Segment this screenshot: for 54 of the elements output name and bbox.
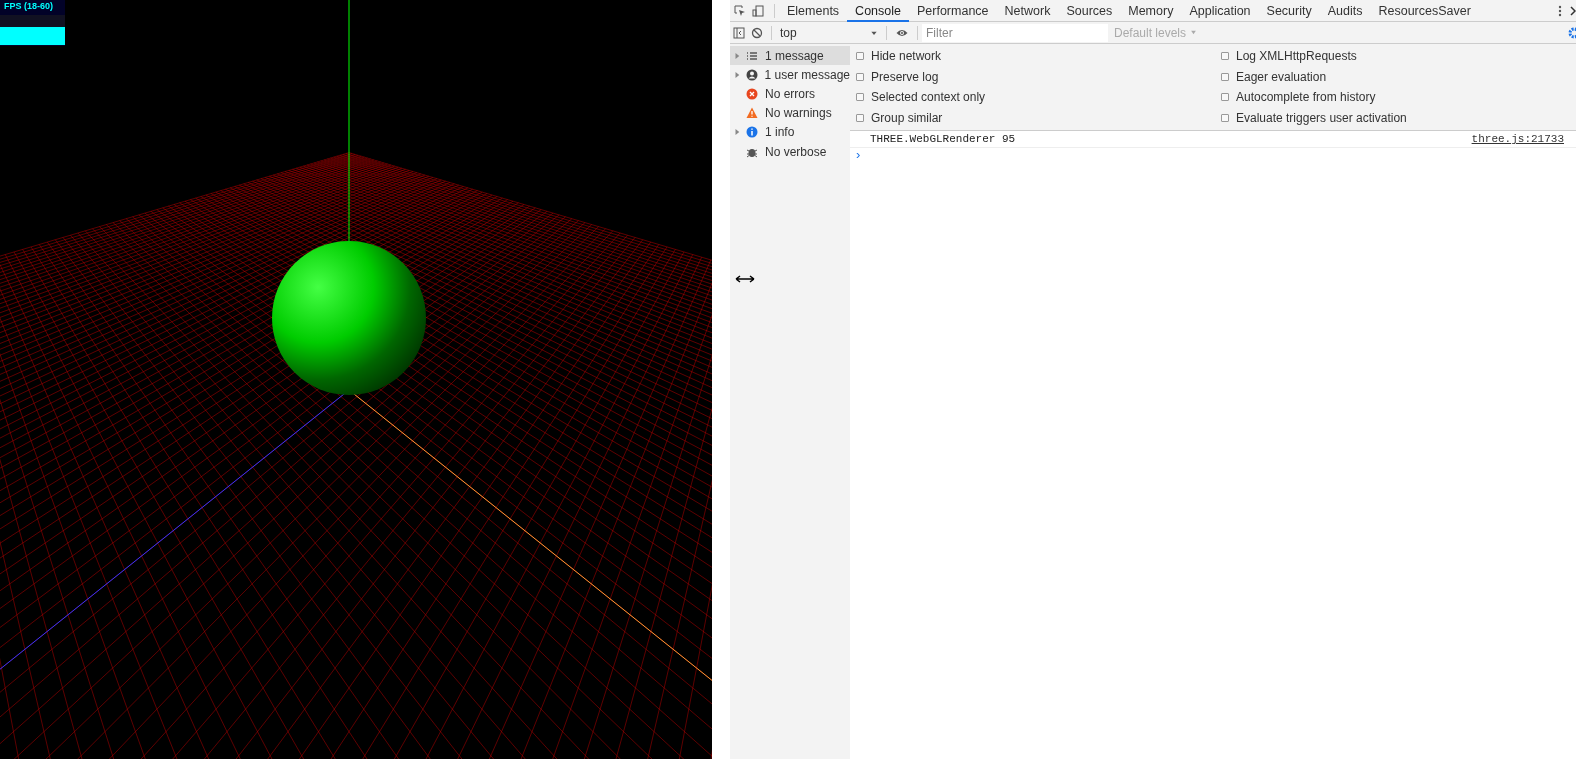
devtools-tab[interactable]: ResourcesSaver — [1370, 0, 1479, 22]
checkbox[interactable] — [1221, 93, 1229, 102]
setting-label: Preserve log — [871, 68, 939, 86]
fps-graph — [0, 15, 65, 45]
setting-label: Selected context only — [871, 89, 986, 107]
fps-label: FPS (18-60) — [4, 1, 54, 11]
list-icon — [746, 49, 758, 62]
source-link[interactable]: three.js:21733 — [1471, 133, 1564, 145]
context-dropdown[interactable]: top — [776, 23, 882, 42]
setting-label: Group similar — [871, 109, 943, 127]
setting-label: Autocomplete from history — [1236, 89, 1376, 107]
filter-field[interactable]: Filter — [922, 23, 1108, 42]
warning-icon — [746, 107, 758, 120]
sidebar-item[interactable]: 1 message — [730, 46, 850, 66]
checkbox[interactable] — [856, 113, 864, 122]
devtools-tab[interactable]: Security — [1258, 0, 1320, 22]
chevron-icon[interactable] — [1570, 4, 1576, 17]
sidebar-item[interactable]: 1 info — [730, 122, 850, 142]
devtools-tab[interactable]: Sources — [1058, 0, 1121, 22]
devtools-tab[interactable]: Network — [996, 0, 1059, 22]
setting-label: Eager evaluation — [1236, 68, 1327, 86]
user-icon — [745, 68, 758, 81]
device-icon[interactable] — [752, 4, 764, 17]
expand-arrow-icon[interactable] — [734, 128, 740, 137]
checkbox[interactable] — [1221, 113, 1229, 122]
expand-arrow-icon[interactable] — [734, 51, 740, 60]
devtools-tab[interactable]: Performance — [909, 0, 997, 22]
devtools-tab[interactable]: Audits — [1319, 0, 1371, 22]
error-icon — [746, 87, 758, 100]
info-icon — [746, 126, 758, 139]
setting-label: Hide network — [871, 48, 942, 66]
devtools-tab[interactable]: Elements — [779, 0, 848, 22]
checkbox[interactable] — [1221, 52, 1229, 61]
devtools-tab[interactable]: Memory — [1120, 0, 1182, 22]
sidebar-item[interactable]: No warnings — [730, 103, 850, 123]
sidebar-item[interactable]: No errors — [730, 84, 850, 104]
setting-label: Evaluate triggers user activation — [1236, 109, 1407, 127]
inspect-icon[interactable] — [734, 4, 746, 17]
sidebar-item[interactable]: No verbose — [730, 141, 850, 162]
checkbox[interactable] — [856, 93, 864, 102]
clear-icon[interactable] — [751, 26, 763, 39]
resize-cursor-icon — [735, 274, 755, 284]
expand-arrow-icon[interactable] — [734, 70, 740, 79]
sidebar-item[interactable]: 1 user message — [730, 65, 850, 85]
console-message: THREE.WebGLRenderer 95 — [870, 133, 1016, 145]
caret-icon — [1190, 29, 1198, 36]
devtools-tab[interactable]: Application — [1181, 0, 1259, 22]
checkbox[interactable] — [1221, 72, 1229, 81]
settings-icon[interactable] — [1568, 26, 1576, 39]
checkbox[interactable] — [856, 52, 864, 61]
setting-label: Log XMLHttpRequests — [1236, 48, 1357, 66]
checkbox[interactable] — [856, 72, 864, 81]
console-prompt[interactable]: › — [850, 148, 861, 162]
sidebar-toggle-icon[interactable] — [733, 26, 745, 39]
